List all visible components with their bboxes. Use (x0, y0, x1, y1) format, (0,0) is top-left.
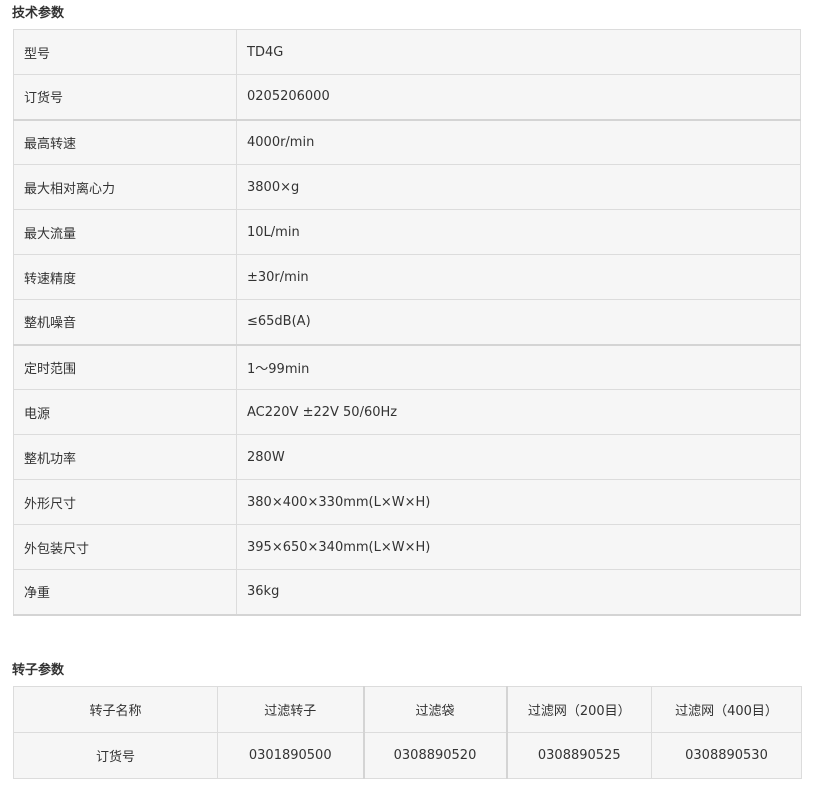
tech-params-title: 技术参数 (12, 6, 65, 21)
table-row: 最大相对离心力 3800×g (13, 164, 801, 210)
tech-params-table: 型号 TD4G 订货号 0205206000 最高转速 4000r/min 最大… (13, 29, 801, 616)
rotor-order-cell: 0301890500 (217, 732, 364, 779)
table-row: 订货号 0205206000 (13, 74, 801, 120)
table-row: 净重 36kg (13, 569, 801, 616)
spec-label: 最大流量 (13, 209, 237, 255)
table-header-row: 转子名称 过滤转子 过滤袋 过滤网（200目） 过滤网（400目） (13, 686, 802, 733)
table-row: 外包装尺寸 395×650×340mm(L×W×H) (13, 524, 801, 570)
spec-value: ±30r/min (236, 254, 801, 300)
table-row: 整机功率 280W (13, 434, 801, 480)
spec-label: 外包装尺寸 (13, 524, 237, 570)
spec-label: 整机噪音 (13, 299, 237, 345)
spec-value: AC220V ±22V 50/60Hz (236, 389, 801, 435)
spec-label: 净重 (13, 569, 237, 616)
rotor-order-cell: 订货号 (13, 732, 218, 779)
spec-value: 3800×g (236, 164, 801, 210)
spec-label: 定时范围 (13, 343, 237, 390)
spec-value: 280W (236, 434, 801, 480)
spec-value: ≤65dB(A) (236, 299, 801, 345)
rotor-header-cell: 过滤网（200目） (505, 686, 652, 733)
rotor-order-cell: 0308890530 (651, 732, 802, 779)
table-row: 转速精度 ±30r/min (13, 254, 801, 300)
table-row: 整机噪音 ≤65dB(A) (13, 299, 801, 345)
spec-value: 4000r/min (236, 118, 801, 165)
table-row: 电源 AC220V ±22V 50/60Hz (13, 389, 801, 435)
rotor-header-cell: 转子名称 (13, 686, 218, 733)
table-row: 订货号 0301890500 0308890520 0308890525 030… (13, 732, 802, 779)
spec-label: 最大相对离心力 (13, 164, 237, 210)
spec-label: 转速精度 (13, 254, 237, 300)
table-row: 型号 TD4G (13, 29, 801, 75)
spec-label: 订货号 (13, 74, 237, 120)
spec-value: 10L/min (236, 209, 801, 255)
spec-label: 外形尺寸 (13, 479, 237, 525)
spec-value: 395×650×340mm(L×W×H) (236, 524, 801, 570)
spec-label: 最高转速 (13, 118, 237, 165)
spec-value: 1～99min (236, 343, 801, 390)
rotor-header-cell: 过滤转子 (217, 686, 364, 733)
table-row: 定时范围 1～99min (13, 343, 801, 390)
rotor-header-cell: 过滤袋 (362, 686, 507, 733)
rotor-header-cell: 过滤网（400目） (651, 686, 802, 733)
spec-label: 电源 (13, 389, 237, 435)
rotor-order-cell: 0308890525 (505, 732, 652, 779)
rotor-order-cell: 0308890520 (362, 732, 507, 779)
table-row: 最高转速 4000r/min (13, 118, 801, 165)
rotor-params-title: 转子参数 (12, 663, 65, 678)
spec-label: 整机功率 (13, 434, 237, 480)
table-row: 最大流量 10L/min (13, 209, 801, 255)
spec-value: 380×400×330mm(L×W×H) (236, 479, 801, 525)
spec-value: 0205206000 (236, 74, 801, 120)
spec-value: TD4G (236, 29, 801, 75)
rotor-params-table: 转子名称 过滤转子 过滤袋 过滤网（200目） 过滤网（400目） 订货号 03… (13, 686, 802, 779)
spec-value: 36kg (236, 569, 801, 616)
table-row: 外形尺寸 380×400×330mm(L×W×H) (13, 479, 801, 525)
spec-label: 型号 (13, 29, 237, 75)
